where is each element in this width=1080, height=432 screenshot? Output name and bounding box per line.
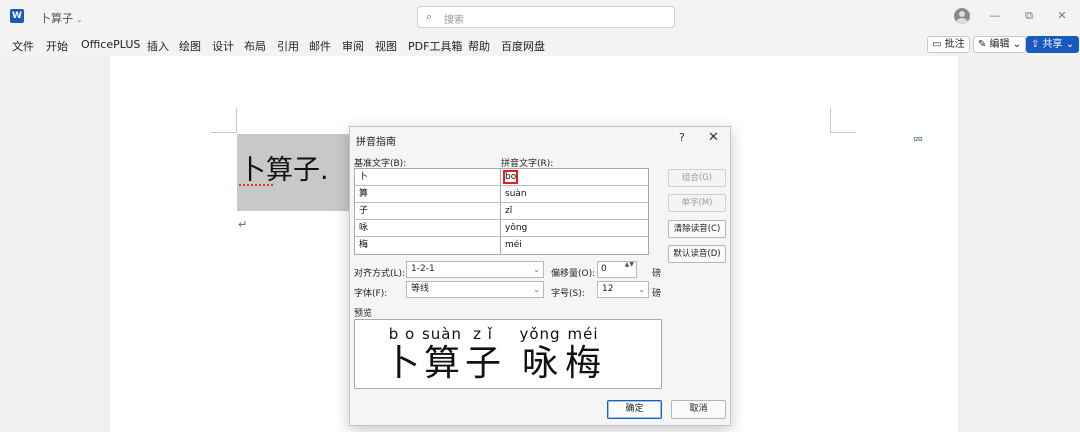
preview-hanzi: 梅 [564,343,601,384]
ruby-text-field[interactable]: méi [501,237,648,254]
ruby-text-field[interactable]: bo [501,169,648,186]
base-text-field[interactable]: 算 [355,186,500,203]
size-label: 字号(S): [551,289,585,299]
alignment-value: 1-2-1 [411,264,435,274]
preview-pinyin: z ǐ [473,325,493,343]
close-window-button[interactable]: ✕ [1055,9,1069,23]
preview-label: 预览 [354,309,373,319]
paragraph-mark-icon: ↵ [238,218,248,231]
alignment-select[interactable]: 1-2-1 ⌄ [406,261,544,278]
preview-pinyin: méi [567,325,599,343]
size-unit: 磅 [652,289,662,299]
preview-char: b o 卜 [383,325,421,385]
new-comment-icon[interactable]: ⮹ [913,133,923,148]
search-placeholder: 搜索 [444,15,464,26]
clear-reading-button[interactable]: 清除读音(C) [668,220,726,238]
tab-officeplus[interactable]: OfficePLUS [81,38,140,51]
offset-value: 0 [601,264,607,274]
tab-design[interactable]: 设计 [212,38,234,54]
preview-hanzi: 卜 [383,343,420,384]
comments-button[interactable]: ▭ 批注 [927,36,970,53]
crop-mark [830,108,831,132]
tab-home[interactable]: 开始 [46,38,68,54]
preview-char: suàn 算 [421,325,463,385]
ok-button[interactable]: 确定 [607,400,662,419]
default-reading-button[interactable]: 默认读音(D) [668,245,726,263]
preview-pinyin: yǒng [519,325,561,343]
preview-hanzi: 咏 [521,343,558,384]
base-text-column: 卜 算 子 咏 梅 [354,168,501,255]
tab-review[interactable]: 审阅 [342,38,364,54]
tab-layout[interactable]: 布局 [244,38,266,54]
offset-stepper[interactable]: 0 ▲▼ [597,261,637,278]
chevron-down-icon: ⌄ [76,15,83,24]
ribbon-tabs: 文件 开始 OfficePLUS 插入 绘图 设计 布局 引用 邮件 审阅 视图… [0,34,1080,56]
font-select[interactable]: 等线 ⌄ [406,281,544,298]
preview-hanzi: 子 [464,343,501,384]
ruby-text-field[interactable]: zǐ [501,203,648,220]
tab-mailings[interactable]: 邮件 [309,38,331,54]
ruby-text-field[interactable]: suàn [501,186,648,203]
chevron-down-icon: ⌄ [533,265,540,274]
tab-pdf-toolbox[interactable]: PDF工具箱 [408,38,462,54]
offset-label: 偏移量(O): [551,269,596,279]
mono-button[interactable]: 单字(M) [668,194,726,212]
font-value: 等线 [411,284,430,294]
preview-hanzi: 算 [423,343,460,384]
preview-char: z ǐ 子 [463,325,503,385]
tab-references[interactable]: 引用 [277,38,299,54]
document-text[interactable]: 卜算子. [239,148,329,187]
preview-char: méi 梅 [562,325,604,385]
share-button[interactable]: ⇪ 共享 ⌄ [1026,36,1080,53]
crop-mark [830,132,856,133]
tab-file[interactable]: 文件 [12,38,34,54]
preview-pane: b o 卜 suàn 算 z ǐ 子 yǒng 咏 méi 梅 [354,319,662,389]
tab-insert[interactable]: 插入 [147,38,169,54]
base-text-field[interactable]: 咏 [355,220,500,237]
tab-draw[interactable]: 绘图 [179,38,201,54]
document-title[interactable]: 卜算子 ⌄ [40,10,83,26]
word-logo-icon: W [10,9,24,23]
chevron-down-icon: ⌄ [638,285,645,294]
tab-view[interactable]: 视图 [375,38,397,54]
crop-mark [211,132,237,133]
crop-mark [236,108,237,132]
base-text-field[interactable]: 卜 [355,169,500,186]
base-text-field[interactable]: 子 [355,203,500,220]
preview-pinyin: suàn [421,325,463,343]
stepper-arrows-icon[interactable]: ▲▼ [625,261,634,269]
alignment-label: 对齐方式(L): [354,269,406,279]
search-input[interactable]: ⌕ 搜索 [417,6,675,28]
cancel-button[interactable]: 取消 [671,400,726,419]
size-select[interactable]: 12 ⌄ [597,281,649,298]
chevron-down-icon: ⌄ [533,285,540,294]
preview-pinyin: b o [388,325,416,343]
phonetic-guide-dialog: 拼音指南 ? ✕ 基准文字(B): 拼音文字(R): 卜 算 子 咏 梅 bo … [349,126,731,426]
base-text-field[interactable]: 梅 [355,237,500,254]
offset-unit: 磅 [652,269,662,279]
help-button[interactable]: ? [679,131,685,144]
ruby-text-column: bo suàn zǐ yǒng méi [500,168,649,255]
document-title-text: 卜算子 [40,12,73,25]
spelling-squiggle [239,183,273,186]
font-label: 字体(F): [354,289,388,299]
tab-help[interactable]: 帮助 [468,38,490,54]
title-bar: W 卜算子 ⌄ ⌕ 搜索 — ⧉ ✕ [0,0,1080,34]
minimize-button[interactable]: — [988,9,1002,23]
user-avatar[interactable] [954,8,970,24]
editing-button[interactable]: ✎ 编辑 ⌄ [973,36,1027,53]
restore-button[interactable]: ⧉ [1022,9,1036,23]
highlight-annotation-box [503,170,518,184]
tab-baidu-netdisk[interactable]: 百度网盘 [501,38,545,54]
dialog-close-button[interactable]: ✕ [708,130,719,145]
preview-char: yǒng 咏 [518,325,562,385]
search-icon: ⌕ [426,10,433,23]
group-button[interactable]: 组合(G) [668,169,726,187]
size-value: 12 [602,284,614,294]
ruby-text-field[interactable]: yǒng [501,220,648,237]
dialog-title: 拼音指南 [356,137,396,148]
